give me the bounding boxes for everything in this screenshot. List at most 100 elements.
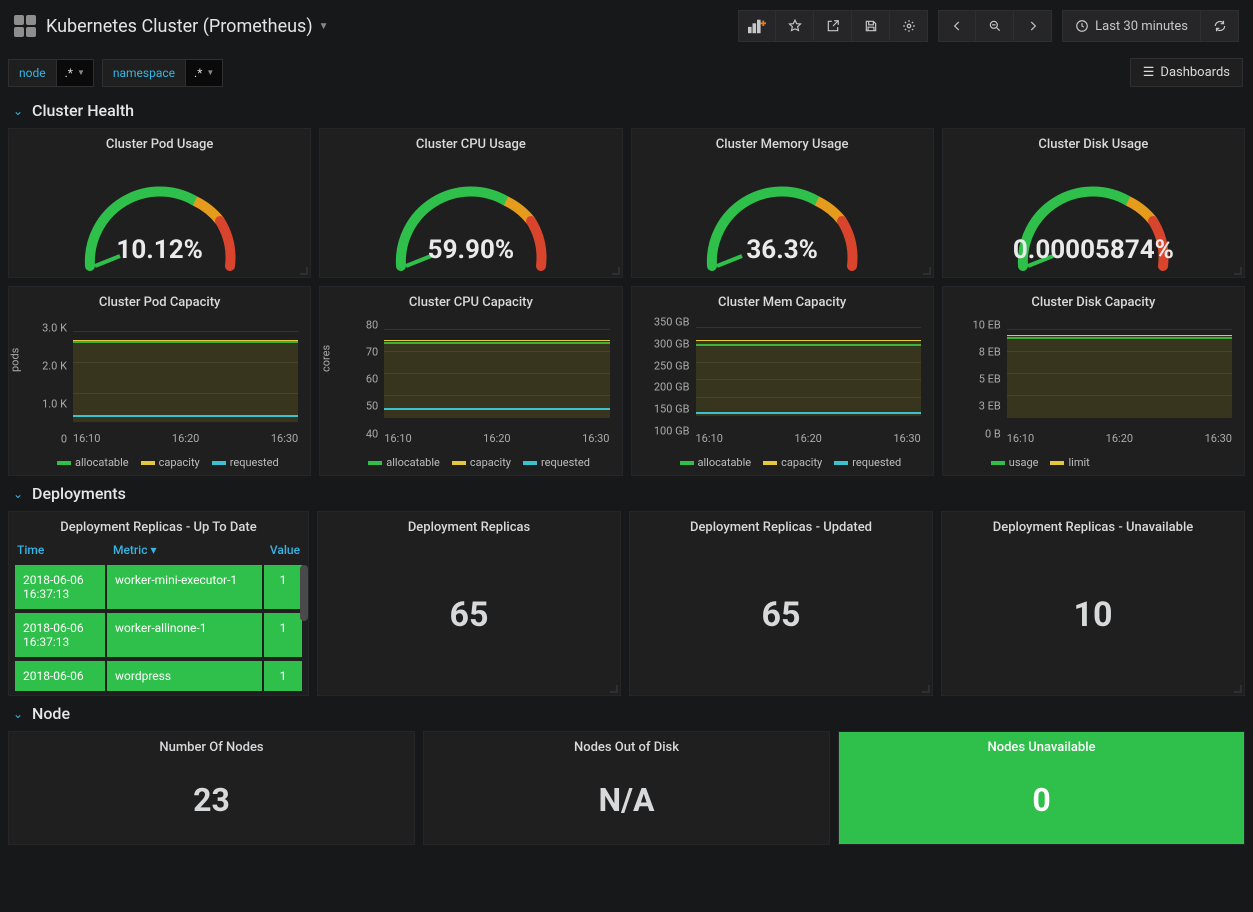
y-tick: 10 EB (951, 318, 1001, 331)
dashboard-title-dropdown[interactable]: Kubernetes Cluster (Prometheus) ▼ (46, 16, 329, 37)
panel-cluster-pod-capacity[interactable]: Cluster Pod Capacity pods 3.0 K 2.0 K 1.… (8, 286, 311, 476)
panel-cluster-cpu-usage[interactable]: Cluster CPU Usage 59.90% (319, 128, 622, 278)
panel-title: Cluster Disk Capacity (943, 287, 1244, 310)
chevron-right-icon (1026, 19, 1040, 33)
zoom-out-icon (988, 19, 1002, 33)
chevron-down-icon: ▼ (77, 68, 85, 77)
legend: usage limit (943, 452, 1244, 471)
cell-value: 1 (264, 661, 302, 691)
panel-nodes-out-of-disk[interactable]: Nodes Out of Disk N/A (423, 731, 830, 845)
panel-cluster-mem-capacity[interactable]: Cluster Mem Capacity 350 GB 300 GB 250 G… (631, 286, 934, 476)
panel-deployment-replicas-unavailable[interactable]: Deployment Replicas - Unavailable 10 (941, 511, 1245, 696)
resize-handle[interactable] (612, 267, 620, 275)
scrollbar-thumb[interactable] (300, 565, 308, 621)
cell-metric: worker-allinone-1 (107, 613, 262, 657)
stat-value: 23 (9, 755, 414, 844)
cell-time: 2018-06-06 (15, 661, 105, 691)
panel-title: Deployment Replicas (318, 512, 620, 535)
zoom-out-button[interactable] (976, 10, 1014, 42)
variable-node[interactable]: node .*▼ (8, 59, 94, 87)
panel-deployment-replicas[interactable]: Deployment Replicas 65 (317, 511, 621, 696)
panel-cluster-disk-usage[interactable]: Cluster Disk Usage 0.00005874% (942, 128, 1245, 278)
gauge-value: 0.00005874% (943, 235, 1244, 265)
resize-handle[interactable] (1234, 267, 1242, 275)
x-ticks: 16:10 16:20 16:30 (73, 432, 298, 448)
y-tick: 2.0 K (17, 359, 67, 372)
panel-title: Number Of Nodes (9, 732, 414, 755)
row-node-header[interactable]: ⌄ Node (8, 696, 1245, 731)
panel-deployment-replicas-uptodate[interactable]: Deployment Replicas - Up To Date Time Me… (8, 511, 309, 696)
stat-value: 10 (942, 535, 1244, 695)
y-tick: 250 GB (640, 359, 690, 372)
panel-cluster-cpu-capacity[interactable]: Cluster CPU Capacity cores 80 70 60 50 4… (319, 286, 622, 476)
clock-icon (1075, 19, 1089, 33)
cell-metric: worker-mini-executor-1 (107, 565, 262, 609)
x-ticks: 16:10 16:20 16:30 (696, 432, 921, 448)
panel-title: Cluster CPU Capacity (320, 287, 621, 310)
panel-cluster-memory-usage[interactable]: Cluster Memory Usage 36.3% (631, 128, 934, 278)
chevron-left-icon (950, 19, 964, 33)
add-panel-button[interactable] (738, 10, 776, 42)
save-button[interactable] (852, 10, 890, 42)
col-value[interactable]: Value (260, 535, 308, 565)
panel-title: Cluster Pod Capacity (9, 287, 310, 310)
bar-chart-plus-icon (748, 18, 766, 34)
time-back-button[interactable] (938, 10, 976, 42)
table-row: 2018-06-06 16:37:13 worker-mini-executor… (15, 565, 302, 609)
time-picker-group: Last 30 minutes (1062, 10, 1239, 42)
variable-namespace-label: namespace (102, 59, 186, 87)
y-tick: 200 GB (640, 381, 690, 394)
template-variable-row: node .*▼ namespace .*▼ ☰ Dashboards (0, 52, 1253, 93)
col-metric[interactable]: Metric ▾ (105, 535, 260, 565)
panel-actions-group (738, 10, 928, 42)
resize-handle[interactable] (1234, 685, 1242, 693)
table-row: 2018-06-06 16:37:13 worker-allinone-1 1 (15, 613, 302, 657)
plot-area (696, 320, 921, 430)
variable-node-value[interactable]: .*▼ (57, 59, 94, 87)
cell-value: 1 (264, 565, 302, 609)
x-ticks: 16:10 16:20 16:30 (384, 432, 609, 448)
y-tick: 5 EB (951, 373, 1001, 386)
panel-cluster-pod-usage[interactable]: Cluster Pod Usage 10.12% (8, 128, 311, 278)
stat-value: 0 (839, 755, 1244, 844)
save-icon (864, 19, 878, 33)
panel-title: Cluster Mem Capacity (632, 287, 933, 310)
y-tick: 0 B (951, 427, 1001, 440)
variable-namespace[interactable]: namespace .*▼ (102, 59, 223, 87)
y-tick: 80 (328, 318, 378, 331)
refresh-button[interactable] (1201, 10, 1239, 42)
star-button[interactable] (776, 10, 814, 42)
panel-nodes-unavailable[interactable]: Nodes Unavailable 0 (838, 731, 1245, 845)
dashboard-icon[interactable] (14, 15, 36, 37)
row-node-title: Node (32, 704, 70, 723)
y-tick: 300 GB (640, 337, 690, 350)
chevron-down-icon: ⌄ (12, 707, 24, 721)
stat-value: N/A (424, 755, 829, 844)
panel-number-of-nodes[interactable]: Number Of Nodes 23 (8, 731, 415, 845)
resize-handle[interactable] (923, 267, 931, 275)
gauge-value: 36.3% (632, 235, 933, 265)
variable-namespace-value[interactable]: .*▼ (186, 59, 223, 87)
panel-title: Cluster CPU Usage (320, 129, 621, 152)
row-cluster-health-header[interactable]: ⌄ Cluster Health (8, 93, 1245, 128)
y-tick: 3.0 K (17, 321, 67, 334)
share-button[interactable] (814, 10, 852, 42)
time-range-button[interactable]: Last 30 minutes (1062, 10, 1201, 42)
time-forward-button[interactable] (1014, 10, 1052, 42)
y-tick: 70 (328, 346, 378, 359)
col-time[interactable]: Time (9, 535, 105, 565)
cell-value: 1 (264, 613, 302, 657)
legend: allocatable capacity requested (9, 452, 310, 471)
time-nav-group (938, 10, 1052, 42)
settings-button[interactable] (890, 10, 928, 42)
resize-handle[interactable] (922, 685, 930, 693)
legend: allocatable capacity requested (632, 452, 933, 471)
dashboards-list-button[interactable]: ☰ Dashboards (1130, 58, 1243, 87)
row-deployments-header[interactable]: ⌄ Deployments (8, 476, 1245, 511)
plot-area (1007, 320, 1232, 430)
y-tick: 100 GB (640, 424, 690, 437)
resize-handle[interactable] (300, 267, 308, 275)
panel-deployment-replicas-updated[interactable]: Deployment Replicas - Updated 65 (629, 511, 933, 696)
resize-handle[interactable] (610, 685, 618, 693)
panel-cluster-disk-capacity[interactable]: Cluster Disk Capacity 10 EB 8 EB 5 EB 3 … (942, 286, 1245, 476)
